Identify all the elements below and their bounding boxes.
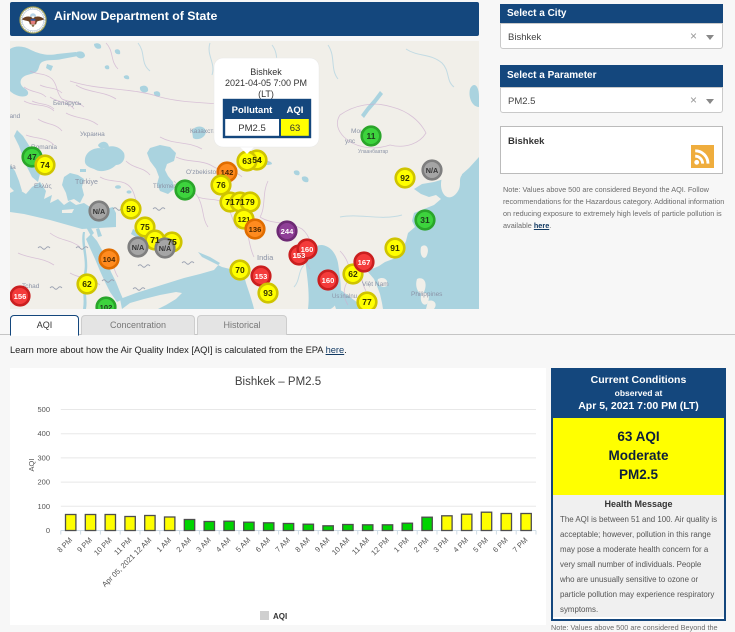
svg-text:0: 0 bbox=[46, 526, 50, 535]
svg-text:2 PM: 2 PM bbox=[412, 536, 431, 555]
svg-text:100: 100 bbox=[37, 502, 50, 511]
svg-text:54: 54 bbox=[252, 155, 262, 165]
svg-text:2021-04-05 7:00 PM: 2021-04-05 7:00 PM bbox=[225, 78, 307, 88]
svg-text:Italia: Italia bbox=[10, 164, 16, 171]
svg-text:PM2.5: PM2.5 bbox=[238, 123, 265, 134]
svg-text:3 PM: 3 PM bbox=[432, 536, 451, 555]
svg-text:62: 62 bbox=[348, 269, 358, 279]
svg-text:India: India bbox=[257, 253, 274, 262]
svg-text:63: 63 bbox=[242, 156, 252, 166]
svg-text:102: 102 bbox=[100, 303, 113, 309]
svg-text:4 PM: 4 PM bbox=[451, 536, 470, 555]
svg-text:N/A: N/A bbox=[132, 243, 144, 252]
svg-text:Беларусь: Беларусь bbox=[53, 100, 82, 107]
svg-text:79: 79 bbox=[245, 197, 255, 207]
svg-text:12 PM: 12 PM bbox=[369, 536, 391, 558]
svg-text:Türkiye: Türkiye bbox=[75, 179, 98, 186]
svg-text:244: 244 bbox=[281, 227, 294, 236]
svg-text:76: 76 bbox=[216, 180, 226, 190]
svg-text:71: 71 bbox=[150, 235, 160, 245]
svg-text:land: land bbox=[10, 113, 21, 120]
svg-text:AQI: AQI bbox=[287, 105, 304, 116]
svg-text:7 PM: 7 PM bbox=[511, 536, 530, 555]
svg-text:Bishkek – PM2.5: Bishkek – PM2.5 bbox=[235, 376, 321, 388]
svg-text:(LT): (LT) bbox=[258, 89, 274, 99]
svg-text:75: 75 bbox=[140, 222, 150, 232]
svg-text:75: 75 bbox=[167, 237, 177, 247]
svg-text:N/A: N/A bbox=[93, 207, 105, 216]
svg-text:71: 71 bbox=[225, 197, 235, 207]
svg-text:Pollutant: Pollutant bbox=[232, 105, 273, 116]
svg-text:63: 63 bbox=[290, 123, 301, 134]
svg-text:400: 400 bbox=[37, 429, 50, 438]
svg-text:11 AM: 11 AM bbox=[350, 536, 371, 557]
svg-text:5 PM: 5 PM bbox=[471, 536, 490, 555]
svg-text:Việt Nam: Việt Nam bbox=[362, 281, 389, 288]
svg-text:104: 104 bbox=[103, 255, 116, 264]
svg-text:1 PM: 1 PM bbox=[392, 536, 411, 555]
svg-text:Украина: Украина bbox=[80, 131, 105, 138]
svg-text:160: 160 bbox=[322, 276, 335, 285]
svg-text:1 AM: 1 AM bbox=[155, 536, 173, 554]
svg-text:9 AM: 9 AM bbox=[313, 536, 331, 554]
svg-text:8 AM: 8 AM bbox=[293, 536, 311, 554]
svg-text:6 PM: 6 PM bbox=[491, 536, 510, 555]
svg-text:93: 93 bbox=[263, 288, 273, 298]
svg-text:4 AM: 4 AM bbox=[214, 536, 232, 554]
svg-text:7 AM: 7 AM bbox=[273, 536, 291, 554]
svg-text:9 PM: 9 PM bbox=[75, 536, 94, 555]
svg-text:Bishkek: Bishkek bbox=[250, 67, 282, 77]
svg-text:5 AM: 5 AM bbox=[234, 536, 252, 554]
svg-text:59: 59 bbox=[126, 204, 136, 214]
svg-text:улс: улс bbox=[345, 138, 356, 145]
svg-text:167: 167 bbox=[358, 258, 371, 267]
svg-text:70: 70 bbox=[235, 265, 245, 275]
svg-text:156: 156 bbox=[14, 292, 27, 301]
svg-text:91: 91 bbox=[390, 243, 400, 253]
svg-text:Us:inalnu: Us:inalnu bbox=[332, 294, 357, 300]
svg-text:136: 136 bbox=[249, 225, 262, 234]
svg-text:74: 74 bbox=[40, 160, 50, 170]
svg-text:2 AM: 2 AM bbox=[174, 536, 192, 554]
svg-text:AQI: AQI bbox=[273, 612, 287, 621]
svg-text:92: 92 bbox=[400, 173, 410, 183]
svg-text:8 PM: 8 PM bbox=[55, 536, 74, 555]
svg-text:300: 300 bbox=[37, 453, 50, 462]
svg-text:11: 11 bbox=[367, 131, 376, 141]
svg-text:200: 200 bbox=[37, 478, 50, 487]
svg-text:3 AM: 3 AM bbox=[194, 536, 212, 554]
svg-text:Улаанбаатар: Улаанбаатар bbox=[358, 149, 388, 155]
svg-text:77: 77 bbox=[362, 297, 372, 307]
svg-text:31: 31 bbox=[420, 215, 430, 225]
svg-text:10 PM: 10 PM bbox=[92, 536, 114, 558]
svg-text:153: 153 bbox=[293, 251, 306, 260]
svg-text:10 AM: 10 AM bbox=[330, 536, 351, 557]
svg-text:6 AM: 6 AM bbox=[254, 536, 272, 554]
svg-text:N/A: N/A bbox=[426, 166, 438, 175]
svg-text:Philippines: Philippines bbox=[411, 291, 443, 298]
svg-text:48: 48 bbox=[180, 185, 190, 195]
svg-text:O'zbekiston: O'zbekiston bbox=[186, 169, 220, 176]
svg-text:62: 62 bbox=[82, 279, 92, 289]
svg-text:500: 500 bbox=[37, 405, 50, 414]
svg-text:Ελλάς: Ελλάς bbox=[34, 182, 52, 190]
svg-text:71: 71 bbox=[235, 197, 245, 207]
svg-text:AQI: AQI bbox=[27, 459, 36, 472]
svg-text:153: 153 bbox=[255, 272, 268, 281]
